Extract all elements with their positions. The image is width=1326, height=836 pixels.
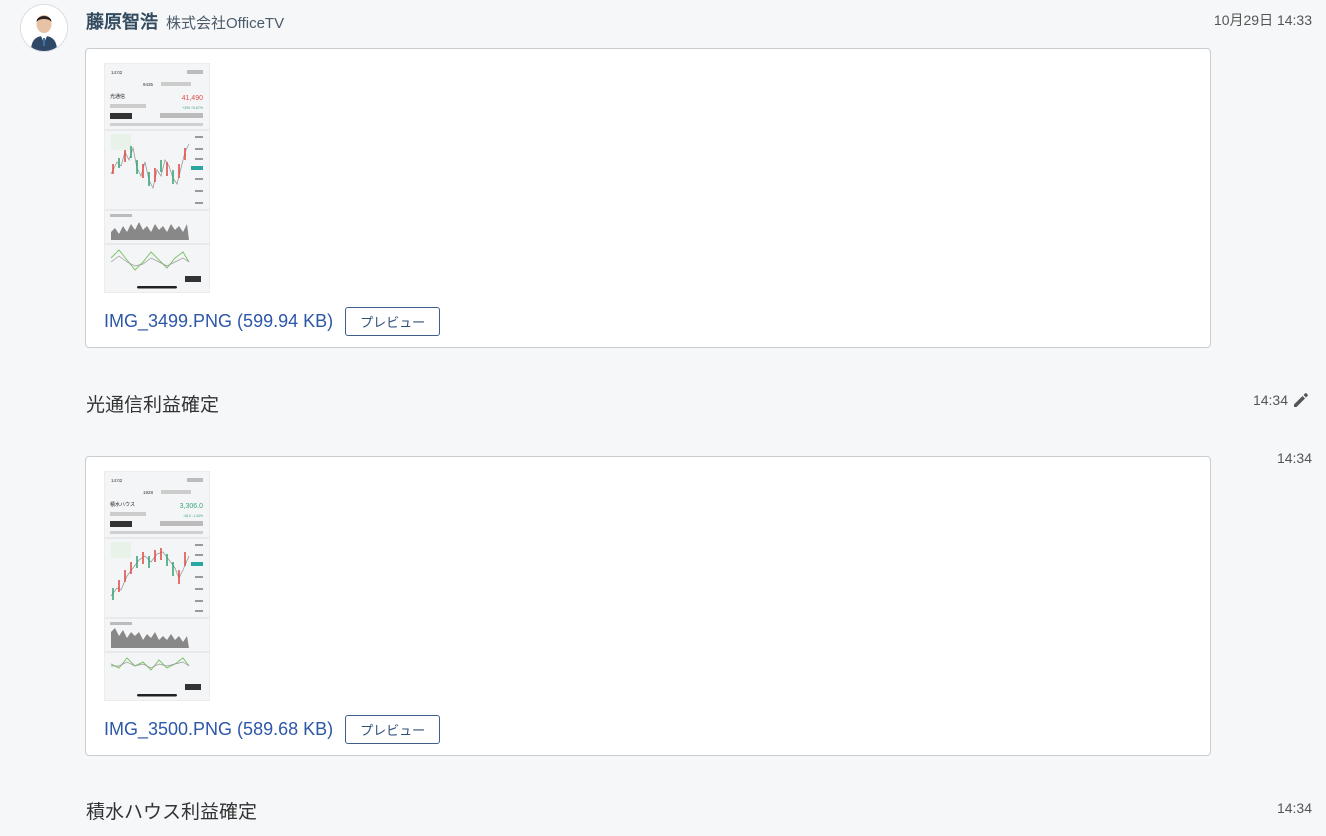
message-text: 光通信利益確定	[86, 395, 220, 416]
attachment-card: 14:02 9435 光通信 41,490 +290 +0.67% IMG_34…	[85, 48, 1211, 348]
attachment-thumbnail[interactable]: 14:02 9435 光通信 41,490 +290 +0.67%	[104, 63, 210, 293]
thumb-stock-name: 光通信	[110, 93, 125, 100]
thumb-clock: 14:02	[111, 70, 123, 75]
thumb-stock-name: 積水ハウス	[110, 501, 135, 508]
thumb-change: +290 +0.67%	[182, 106, 203, 110]
thumb-change: -48.0 -1.43%	[183, 514, 203, 518]
message-timestamp: 14:34	[1252, 392, 1288, 408]
thumb-code: 9435	[143, 82, 154, 87]
person-avatar-icon	[21, 5, 67, 51]
attachment-file-row: IMG_3499.PNG (599.94 KB) プレビュー	[104, 307, 441, 336]
preview-button[interactable]: プレビュー	[345, 715, 441, 744]
stock-chart-screenshot-image: 14:02 9435 光通信 41,490 +290 +0.67%	[105, 64, 209, 292]
attachment-card: 14:02 1928 積水ハウス 3,306.0 -48.0 -1.43% IM…	[85, 456, 1211, 756]
thumb-price: 3,306.0	[180, 503, 203, 510]
pencil-icon[interactable]	[1292, 391, 1310, 409]
message-timestamp: 14:34	[1276, 800, 1312, 816]
thumb-code: 1928	[143, 490, 154, 495]
preview-button[interactable]: プレビュー	[345, 307, 441, 336]
attachment-file-row: IMG_3500.PNG (589.68 KB) プレビュー	[104, 715, 441, 744]
sender-avatar[interactable]	[20, 4, 68, 52]
attachment-file-link[interactable]: IMG_3500.PNG (589.68 KB)	[104, 719, 333, 740]
sender-company: 株式会社OfficeTV	[166, 15, 285, 32]
sender-header: 藤原智浩 株式会社OfficeTV	[86, 8, 284, 34]
message-timestamp: 14:34	[1276, 450, 1312, 466]
attachment-thumbnail[interactable]: 14:02 1928 積水ハウス 3,306.0 -48.0 -1.43%	[104, 471, 210, 701]
sender-name[interactable]: 藤原智浩	[86, 8, 158, 34]
attachment-file-link[interactable]: IMG_3499.PNG (599.94 KB)	[104, 311, 333, 332]
message-text: 積水ハウス利益確定	[86, 802, 258, 823]
thumb-price: 41,490	[182, 95, 204, 102]
stock-chart-screenshot-image: 14:02 1928 積水ハウス 3,306.0 -48.0 -1.43%	[105, 472, 209, 700]
thumb-clock: 14:02	[111, 478, 123, 483]
message-timestamp: 10月29日 14:33	[1213, 12, 1312, 28]
